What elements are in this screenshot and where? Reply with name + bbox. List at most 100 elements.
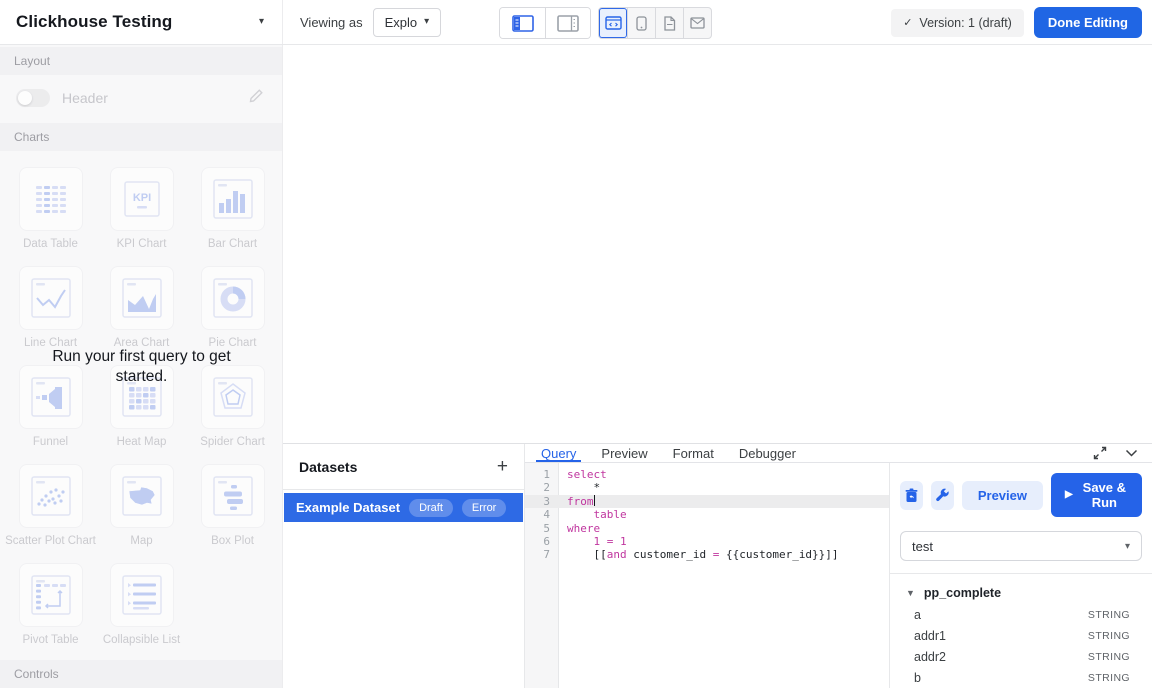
done-editing-button[interactable]: Done Editing [1034,7,1142,38]
chart-card-pie-chart: Pie Chart [187,250,278,349]
dashboard-canvas[interactable] [284,45,1152,443]
trash-revert-icon [904,488,919,503]
code-line-6[interactable]: 6 1 = 1 [525,535,889,548]
code-line-5[interactable]: 5where [525,522,889,535]
schema-table-header[interactable]: ▼ pp_complete [906,586,1130,600]
datasets-title: Datasets [299,459,357,475]
viewing-as-label: Viewing as [300,15,363,30]
code-line-7[interactable]: 7 [[and customer_id = {{customer_id}}]] [525,548,889,561]
chart-card-label: Spider Chart [200,436,265,448]
chart-card-collapsible-list: Collapsible List [96,547,187,646]
tab-debugger[interactable]: Debugger [737,444,798,462]
edit-pencil-icon[interactable] [248,88,264,109]
bar-chart-card[interactable] [201,167,265,231]
version-badge[interactable]: ✓ Version: 1 (draft) [891,9,1024,37]
data-table-card[interactable] [19,167,83,231]
collapsible-list-icon [120,573,164,617]
tab-format[interactable]: Format [671,444,716,462]
datasets-header: Datasets + [283,444,524,490]
line-number: 4 [525,508,559,521]
chart-card-label: Map [130,535,152,547]
section-charts: Charts [0,123,282,151]
pie-chart-icon [211,276,255,320]
schema-column-a[interactable]: aSTRING [906,604,1130,625]
envelope-icon [690,17,705,29]
chart-card-area-chart: Area Chart [96,250,187,349]
top-bar: Clickhouse Testing ▾ Viewing as Explo ▾ [0,0,1152,45]
map-card[interactable] [110,464,174,528]
collapse-chevron-icon[interactable] [1125,449,1138,458]
save-and-run-button[interactable]: ▶ Save & Run [1051,473,1142,517]
datasets-panel: Datasets + Example DatasetDraftError [283,444,525,688]
format-tools-button[interactable] [931,481,954,510]
header-toggle-row: Header [0,75,282,121]
data-table-icon [29,177,73,221]
viewing-as-dropdown[interactable]: Explo ▾ [373,8,442,37]
mobile-view-button[interactable] [627,8,655,38]
left-panel-toggle[interactable] [500,8,545,38]
dataset-list: Example DatasetDraftError [283,490,524,522]
line-chart-card[interactable] [19,266,83,330]
chart-card-map: Map [96,448,187,547]
dataset-item[interactable]: Example DatasetDraftError [284,493,523,522]
kpi-chart-card[interactable]: KPI [110,167,174,231]
play-icon: ▶ [1065,490,1073,500]
revert-query-button[interactable] [900,481,923,510]
code-line-4[interactable]: 4 table [525,508,889,521]
header-toggle-label: Header [62,90,248,106]
section-layout: Layout [0,47,282,75]
dataset-name: Example Dataset [296,500,400,515]
pie-chart-card[interactable] [201,266,265,330]
version-label: Version: 1 (draft) [919,16,1011,30]
email-view-button[interactable] [683,8,711,38]
dashboard-title-block[interactable]: Clickhouse Testing ▾ [0,0,283,44]
query-actions-panel: Preview ▶ Save & Run test ▾ ▼ pp_complet… [889,463,1152,688]
collapsible-list-card[interactable] [110,563,174,627]
right-panel-toggle[interactable] [545,8,590,38]
pdf-view-button[interactable] [655,8,683,38]
code-line-3[interactable]: 3from [525,495,889,508]
schema-column-b[interactable]: bSTRING [906,667,1130,688]
preview-query-button[interactable]: Preview [962,481,1043,510]
kpi-chart-icon: KPI [120,177,164,221]
tab-query[interactable]: Query [539,444,578,462]
scatter-plot-chart-card[interactable] [19,464,83,528]
chart-card-label: Pivot Table [22,634,78,646]
box-plot-card[interactable] [201,464,265,528]
chevron-down-icon[interactable]: ▾ [259,17,264,27]
expand-icon[interactable] [1093,446,1107,460]
tab-preview[interactable]: Preview [599,444,649,462]
chart-card-line-chart: Line Chart [5,250,96,349]
desktop-view-button[interactable] [599,8,627,38]
table-selector[interactable]: test ▾ [900,531,1142,561]
column-type: STRING [1088,651,1130,663]
viewing-as-group: Viewing as Explo ▾ [300,0,441,44]
chart-card-label: Bar Chart [208,238,257,250]
code-line-1[interactable]: 1select [525,468,889,481]
schema-column-addr1[interactable]: addr1STRING [906,625,1130,646]
section-charts-label: Charts [14,130,49,144]
scatter-plot-icon [29,474,73,518]
area-chart-card[interactable] [110,266,174,330]
schema-table-name: pp_complete [924,586,1001,600]
code-line-2[interactable]: 2 * [525,481,889,494]
panel-toggle-group [499,7,591,39]
chart-card-scatter-plot-chart: Scatter Plot Chart [5,448,96,547]
sql-code-editor[interactable]: 1select2 *3from4 table5where6 1 = 17 [[a… [525,463,889,688]
line-number: 7 [525,548,559,561]
code-text: 1 = 1 [559,535,627,548]
header-toggle[interactable] [16,89,50,107]
svg-text:KPI: KPI [132,192,150,204]
chart-card-label: Funnel [33,436,68,448]
mobile-phone-icon [636,16,647,31]
query-actions-row: Preview ▶ Save & Run [890,463,1152,525]
pivot-table-card[interactable] [19,563,83,627]
line-number: 6 [525,535,559,548]
add-dataset-button[interactable]: + [497,457,508,476]
tabs-icons [1093,444,1138,462]
chart-card-pivot-table: Pivot Table [5,547,96,646]
schema-column-addr2[interactable]: addr2STRING [906,646,1130,667]
chart-card-label: Heat Map [117,436,167,448]
left-panel-icon [512,15,534,32]
line-number: 3 [525,495,559,508]
